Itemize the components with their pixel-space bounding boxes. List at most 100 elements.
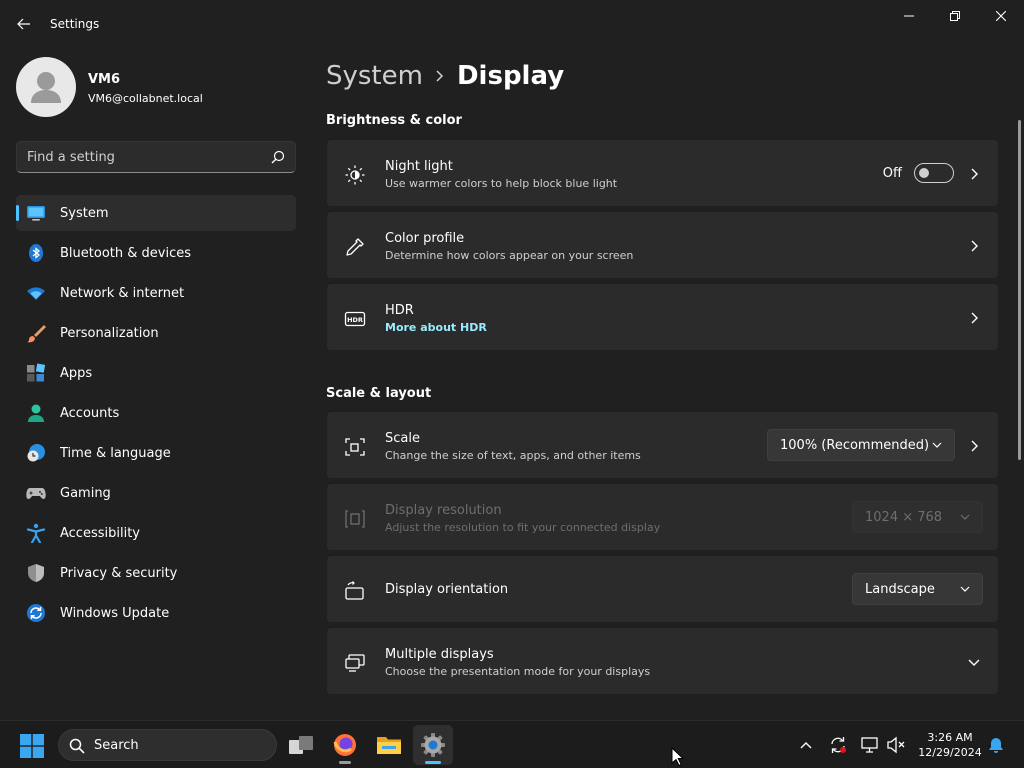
display-orientation-title: Display orientation [385,582,509,597]
sidebar-item-windows-update[interactable]: Windows Update [16,595,296,631]
show-hidden-icons-button[interactable] [796,735,816,755]
scale-card[interactable]: Scale Change the size of text, apps, and… [326,411,999,479]
running-indicator [339,761,351,764]
clock-time: 3:26 AM [927,731,973,744]
sidebar-item-label: Bluetooth & devices [60,245,191,261]
sidebar-item-network[interactable]: Network & internet [16,275,296,311]
display-orientation-card[interactable]: Display orientation Landscape [326,555,999,623]
close-icon [996,11,1006,21]
monitor-icon [27,206,45,221]
display-resolution-card: Display resolution Adjust the resolution… [326,483,999,551]
shield-icon [28,564,44,582]
user-profile[interactable]: VM6 VM6@collabnet.local [16,57,296,117]
scale-dropdown[interactable]: 100% (Recommended) [767,429,955,461]
sidebar-item-apps[interactable]: Apps [16,355,296,391]
task-view-button[interactable] [281,725,321,765]
sidebar-item-label: Windows Update [60,605,170,621]
bluetooth-icon [29,244,43,262]
profile-name: VM6 [88,72,121,87]
taskbar: Search 3:26 AM 12/29/2024 [0,720,1024,768]
sidebar-item-accessibility[interactable]: Accessibility [16,515,296,551]
night-light-subtitle: Use warmer colors to help block blue lig… [385,177,618,190]
running-indicator [425,761,441,764]
sidebar-item-system[interactable]: System [16,195,296,231]
sidebar-item-accounts[interactable]: Accounts [16,395,296,431]
hdr-more-link[interactable]: More about HDR [385,321,487,334]
firefox-taskbar-button[interactable] [325,725,365,765]
notifications-button[interactable] [986,735,1006,755]
close-button[interactable] [978,4,1024,28]
sidebar-item-time-language[interactable]: Time & language [16,435,296,471]
scrollbar-thumb[interactable] [1018,120,1021,460]
task-view-icon [289,736,313,754]
color-profile-card[interactable]: Color profile Determine how colors appea… [326,211,999,279]
taskbar-search[interactable]: Search [58,729,277,761]
accessibility-icon [26,523,46,543]
night-light-icon [345,165,365,185]
chevron-down-icon[interactable] [966,654,982,670]
sidebar-item-label: Accessibility [60,525,140,541]
chevron-down-icon [932,442,942,448]
sidebar-item-bluetooth[interactable]: Bluetooth & devices [16,235,296,271]
mouse-cursor-icon [671,747,685,767]
multiple-displays-subtitle: Choose the presentation mode for your di… [385,665,651,678]
night-light-card[interactable]: Night light Use warmer colors to help bl… [326,139,999,207]
night-light-title: Night light [385,159,453,174]
search-icon[interactable] [271,150,285,164]
windows-logo-icon [20,734,44,758]
sidebar-item-label: Time & language [60,445,171,461]
night-light-toggle-label: Off [882,166,902,181]
chevron-right-icon [971,240,978,252]
scale-title: Scale [385,431,420,446]
display-resolution-title: Display resolution [385,503,502,518]
sidebar-item-label: Accounts [60,405,120,421]
settings-taskbar-button[interactable] [413,725,453,765]
color-profile-subtitle: Determine how colors appear on your scre… [385,249,634,262]
sidebar-item-gaming[interactable]: Gaming [16,475,296,511]
chevron-right-icon [435,69,445,83]
app-title: Settings [50,17,100,31]
breadcrumb-parent[interactable]: System [326,61,423,91]
settings-search[interactable] [16,141,296,173]
folder-icon [377,737,401,754]
sidebar-item-privacy[interactable]: Privacy & security [16,555,296,591]
firefox-icon [333,734,356,756]
apps-icon [27,363,46,382]
file-explorer-taskbar-button[interactable] [369,725,409,765]
multiple-displays-card[interactable]: Multiple displays Choose the presentatio… [326,627,999,695]
start-button[interactable] [20,734,44,762]
chevron-down-icon [960,586,970,592]
chevron-up-icon [800,742,812,749]
back-button[interactable] [10,12,38,36]
restore-button[interactable] [932,4,978,28]
volume-tray[interactable] [886,735,906,755]
search-input[interactable] [17,142,267,172]
section-title-scale-layout: Scale & layout [326,386,432,401]
network-tray[interactable] [860,735,880,755]
minimize-icon [904,15,914,17]
sidebar-item-personalization[interactable]: Personalization [16,315,296,351]
multiple-displays-title: Multiple displays [385,647,494,662]
sidebar-item-label: System [60,205,109,221]
resolution-dropdown: 1024 × 768 [852,501,983,533]
minimize-button[interactable] [886,4,932,28]
orientation-icon [345,581,364,600]
person-silhouette-icon [31,72,61,103]
sync-icon [831,737,846,753]
profile-email: VM6@collabnet.local [88,92,203,105]
resolution-icon [345,510,365,528]
arrow-left-icon [17,18,30,30]
sidebar-item-label: Network & internet [60,285,185,301]
multiple-displays-icon [345,654,365,672]
sync-status-tray[interactable] [828,735,848,755]
scale-icon [345,438,365,456]
section-title-brightness: Brightness & color [326,113,462,128]
hdr-card[interactable]: HDR HDR More about HDR [326,283,999,351]
title-bar: Settings [0,0,1024,48]
svg-text:HDR: HDR [347,316,363,324]
hdr-title: HDR [385,303,414,318]
orientation-dropdown[interactable]: Landscape [852,573,983,605]
taskbar-clock[interactable]: 3:26 AM 12/29/2024 [908,730,992,760]
night-light-toggle[interactable] [914,163,954,183]
resolution-dropdown-value: 1024 × 768 [865,509,943,525]
